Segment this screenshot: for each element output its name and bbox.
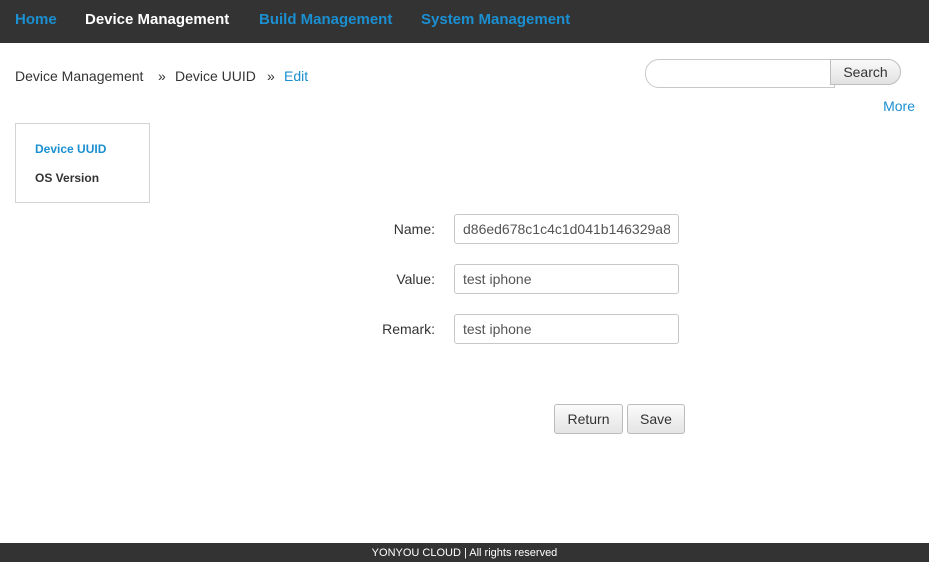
footer-text: YONYOU CLOUD | All rights reserved xyxy=(371,547,558,559)
name-field[interactable] xyxy=(454,214,679,244)
breadcrumb-edit[interactable]: Edit xyxy=(284,68,308,84)
remark-label: Remark: xyxy=(382,321,435,337)
value-field[interactable] xyxy=(454,264,679,294)
sidebar-item-device-uuid[interactable]: Device UUID xyxy=(35,142,106,156)
breadcrumb-separator: » xyxy=(158,68,166,84)
nav-item-build-management[interactable]: Build Management xyxy=(259,11,392,28)
name-label: Name: xyxy=(393,221,435,237)
search-input[interactable] xyxy=(645,59,835,88)
remark-field[interactable] xyxy=(454,314,679,344)
top-nav-bar: Home Device Management Build Management … xyxy=(0,0,929,43)
save-button[interactable]: Save xyxy=(627,404,685,434)
return-button[interactable]: Return xyxy=(554,404,623,434)
footer: YONYOU CLOUD | All rights reserved xyxy=(0,543,929,562)
sidebar-item-os-version[interactable]: OS Version xyxy=(35,171,99,185)
search-button[interactable]: Search xyxy=(830,59,901,85)
nav-item-home[interactable]: Home xyxy=(15,11,57,28)
more-link[interactable]: More xyxy=(883,98,915,114)
breadcrumb-device-management[interactable]: Device Management xyxy=(15,68,143,84)
breadcrumb-device-uuid[interactable]: Device UUID xyxy=(175,68,256,84)
nav-item-system-management[interactable]: System Management xyxy=(421,11,570,28)
nav-item-device-management[interactable]: Device Management xyxy=(85,11,229,28)
breadcrumb-separator: » xyxy=(267,68,275,84)
sidebar: Device UUID OS Version xyxy=(15,123,150,203)
value-label: Value: xyxy=(396,271,435,287)
